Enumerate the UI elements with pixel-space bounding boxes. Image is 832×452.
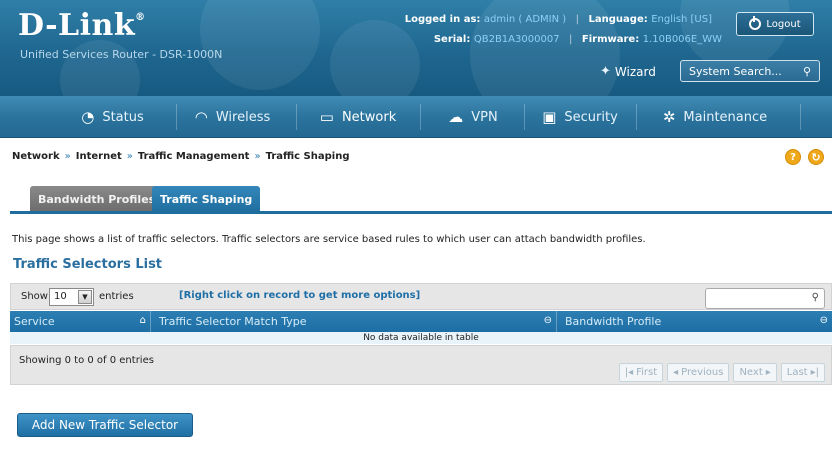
last-icon: ▸| — [810, 367, 819, 378]
nav-item-security[interactable]: ▣ Security — [530, 96, 630, 138]
nav-divider — [420, 104, 421, 130]
last-page-button[interactable]: Last ▸| — [780, 363, 825, 382]
gauge-icon: ◔ — [81, 108, 95, 126]
nav-divider — [524, 104, 525, 130]
breadcrumb-network[interactable]: Network — [12, 151, 60, 162]
first-page-button[interactable]: |◂ First — [618, 363, 664, 382]
pagination: |◂ First ◂ Previous Next ▸ Last ▸| — [618, 363, 825, 382]
breadcrumb-traffic-management[interactable]: Traffic Management — [138, 151, 250, 162]
lock-icon: ▣ — [542, 108, 557, 126]
tab-underline — [10, 211, 832, 214]
page-description: This page shows a list of traffic select… — [12, 234, 646, 245]
dlink-logo: D-Link® — [18, 8, 146, 43]
firmware-label: Firmware: — [581, 34, 640, 45]
login-info: Logged in as: admin ( ADMIN ) | Language… — [404, 14, 712, 25]
table-search-input[interactable]: ⚲ — [705, 288, 825, 309]
sort-icon: ⌂ — [139, 315, 146, 326]
sort-icon: ⊖ — [819, 315, 828, 326]
wizard-label: Wizard — [614, 64, 656, 79]
nav-divider — [636, 104, 637, 130]
next-page-button[interactable]: Next ▸ — [733, 363, 777, 382]
show-label: Show — [21, 291, 48, 302]
language-label: Language: — [588, 14, 648, 25]
power-icon — [749, 16, 762, 30]
previous-page-button[interactable]: ◂ Previous — [667, 363, 730, 382]
table-toolbar: Show 10 ▼ entries [Right click on record… — [10, 283, 832, 310]
product-subtitle: Unified Services Router - DSR-1000N — [20, 48, 223, 61]
add-traffic-selector-button[interactable]: Add New Traffic Selector — [17, 413, 193, 437]
breadcrumb-internet[interactable]: Internet — [76, 151, 122, 162]
column-header-service[interactable]: Service ⌂ — [10, 311, 150, 332]
tab-bandwidth-profiles[interactable]: Bandwidth Profiles — [30, 186, 164, 212]
entries-value: 10 — [54, 291, 67, 302]
empty-table-message: No data available in table — [10, 332, 832, 344]
wizard-link[interactable]: ✦ Wizard — [600, 64, 656, 79]
traffic-selectors-table: Show 10 ▼ entries [Right click on record… — [10, 283, 832, 385]
decorative-bubble — [200, 0, 320, 90]
logout-button[interactable]: Logout — [736, 12, 814, 36]
previous-icon: ◂ — [673, 367, 679, 378]
firmware-value: 1.10B006E_WW — [642, 34, 722, 45]
refresh-icon[interactable]: ↻ — [808, 149, 824, 165]
magic-wand-icon: ✦ — [600, 64, 611, 79]
help-icon[interactable]: ? — [785, 149, 801, 165]
showing-entries: Showing 0 to 0 of 0 entries — [19, 355, 154, 366]
sub-tabs: Bandwidth Profiles Traffic Shaping — [0, 186, 832, 214]
nav-divider — [296, 104, 297, 130]
user-value: admin ( ADMIN ) — [483, 14, 567, 25]
nav-item-status[interactable]: ◔ Status — [60, 96, 165, 138]
device-info: Serial: QB2B1A3000007 | Firmware: 1.10B0… — [433, 34, 722, 45]
search-placeholder: System Search... — [689, 64, 782, 78]
monitor-icon: ▭ — [319, 108, 334, 126]
tab-traffic-shaping[interactable]: Traffic Shaping — [152, 186, 261, 212]
first-icon: |◂ — [624, 367, 634, 378]
logout-label: Logout — [766, 18, 801, 30]
column-header-match-type[interactable]: Traffic Selector Match Type ⊖ — [151, 311, 556, 332]
table-footer: Showing 0 to 0 of 0 entries |◂ First ◂ Pre… — [10, 345, 832, 385]
search-icon: ⚲ — [811, 292, 819, 303]
section-title: Traffic Selectors List — [13, 257, 163, 272]
nav-item-maintenance[interactable]: ✲ Maintenance — [640, 96, 790, 138]
decorative-bubble — [330, 20, 420, 96]
main-navigation: ◔ Status ◠ Wireless ▭ Network ☁ VPN ▣ Se… — [0, 96, 832, 138]
table-header: Service ⌂ Traffic Selector Match Type ⊖ … — [10, 311, 832, 332]
gears-icon: ✲ — [662, 108, 676, 126]
nav-divider — [800, 104, 801, 130]
logged-in-label: Logged in as: — [404, 14, 481, 25]
nav-item-network[interactable]: ▭ Network — [302, 96, 414, 138]
breadcrumb-traffic-shaping: Traffic Shaping — [265, 151, 350, 162]
language-link[interactable]: English [US] — [651, 14, 712, 25]
nav-item-vpn[interactable]: ☁ VPN — [428, 96, 518, 138]
right-click-hint: [Right click on record to get more optio… — [179, 290, 421, 301]
entries-label: entries — [99, 291, 134, 302]
breadcrumb: Network» Internet» Traffic Management» Traf… — [12, 151, 350, 162]
serial-value: QB2B1A3000007 — [473, 34, 560, 45]
column-header-bandwidth-profile[interactable]: Bandwidth Profile ⊖ — [557, 311, 832, 332]
sort-icon: ⊖ — [543, 315, 552, 326]
nav-divider — [176, 104, 177, 130]
header-banner: D-Link® Unified Services Router - DSR-10… — [0, 0, 832, 96]
search-icon: ⚲ — [802, 64, 811, 78]
system-search-input[interactable]: System Search... ⚲ — [680, 60, 820, 82]
serial-label: Serial: — [433, 34, 471, 45]
next-icon: ▸ — [765, 367, 771, 378]
entries-per-page-select[interactable]: 10 ▼ — [49, 288, 94, 306]
nav-item-wireless[interactable]: ◠ Wireless — [180, 96, 285, 138]
cloud-lock-icon: ☁ — [448, 108, 464, 126]
wifi-icon: ◠ — [194, 108, 208, 126]
chevron-down-icon: ▼ — [78, 290, 92, 304]
